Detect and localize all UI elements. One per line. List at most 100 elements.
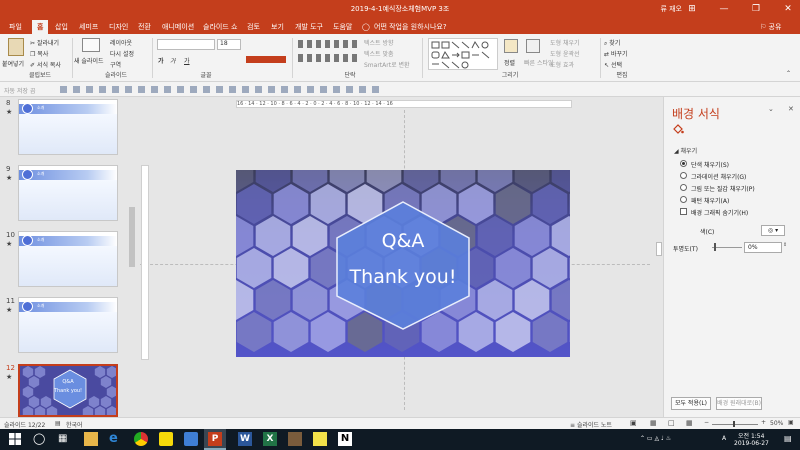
paste-button[interactable]: 붙여넣기 (2, 59, 24, 68)
paint-bucket-icon[interactable] (672, 123, 684, 135)
shape-outline-button[interactable]: 도형 윤곽선 (550, 49, 580, 58)
arrange-icon[interactable] (504, 39, 518, 53)
color-picker[interactable]: ◎ ▾ (761, 225, 785, 236)
italic-button[interactable]: 가 (170, 56, 176, 65)
word-icon[interactable]: W (238, 432, 252, 446)
editor-scrollbar[interactable] (655, 97, 663, 417)
chrome-icon[interactable] (134, 432, 148, 446)
font-name-input[interactable] (157, 39, 215, 50)
language-indicator[interactable]: 한국어 (66, 420, 83, 429)
cut-button[interactable]: ✂ 잘라내기 (30, 38, 59, 47)
ribbon-display-options-icon[interactable]: ⊞ (680, 0, 704, 18)
paste-icon[interactable] (8, 38, 24, 56)
slide-thumbnail[interactable]: 소개 (18, 231, 118, 287)
tab-home[interactable]: 홈 (32, 20, 49, 34)
task-view-icon[interactable]: ▦ (58, 432, 72, 446)
reset-button[interactable]: 다시 설정 (110, 49, 134, 58)
shapes-gallery[interactable] (428, 38, 498, 70)
notion-icon[interactable]: N (338, 432, 352, 446)
arrange-button[interactable]: 정렬 (504, 58, 515, 67)
user-name[interactable]: 류 재오 (660, 4, 682, 14)
current-slide[interactable]: Q&A Thank you! (236, 170, 570, 357)
hide-graphics-checkbox[interactable] (680, 208, 687, 215)
powerpoint-taskbar-button[interactable]: P (204, 429, 226, 450)
radio-gradient-fill[interactable] (680, 172, 687, 179)
select-button[interactable]: ↖ 선택 (604, 60, 622, 69)
zoom-slider-handle[interactable] (733, 421, 735, 427)
apply-to-all-button[interactable]: 모두 적용(L) (671, 397, 711, 410)
tab-file[interactable]: 파일 (4, 20, 27, 34)
app-icon[interactable] (288, 432, 302, 446)
collapse-ribbon-icon[interactable]: ⌃ (786, 70, 791, 77)
transparency-input[interactable]: 0% (744, 242, 782, 253)
reset-background-button[interactable]: 배경 원래대로(B) (716, 397, 762, 410)
notification-icon[interactable]: ▤ (784, 434, 792, 443)
quick-styles-icon[interactable] (526, 39, 540, 53)
bold-button[interactable]: 가 (158, 56, 164, 65)
minimize-button[interactable]: — (712, 0, 736, 18)
new-slide-icon[interactable] (82, 38, 100, 52)
radio-solid-fill[interactable] (680, 160, 687, 167)
excel-icon[interactable]: X (263, 432, 277, 446)
slide-title[interactable]: Q&A (236, 230, 570, 252)
find-button[interactable]: ⌕ 찾기 (604, 38, 620, 48)
reading-view-icon[interactable]: □ (668, 419, 675, 427)
tab-review[interactable]: 검토 (242, 20, 265, 34)
notes-button[interactable]: ≡ 슬라이드 노트 (570, 420, 612, 429)
radio-pattern-fill[interactable] (680, 196, 687, 203)
slide-thumbnail[interactable]: 소개 (18, 99, 118, 155)
tab-help[interactable]: 도움말 (328, 20, 357, 34)
slide-thumbnail[interactable]: 소개 (18, 297, 118, 353)
scrollbar-thumb[interactable] (129, 207, 135, 267)
copy-button[interactable]: ❐ 복사 (30, 49, 48, 58)
scrollbar-thumb[interactable] (656, 242, 662, 256)
tab-insert[interactable]: 삽입 (50, 20, 73, 34)
pane-options-icon[interactable]: ⌄ (768, 105, 774, 113)
autosave-toggle[interactable]: 끔 (30, 86, 36, 95)
thumbnails-scrollbar[interactable] (128, 97, 136, 417)
close-pane-button[interactable]: ✕ (788, 105, 794, 113)
zoom-out-button[interactable]: − (704, 419, 709, 426)
close-window-button[interactable]: ✕ (776, 0, 800, 18)
font-size-input[interactable]: 18 (217, 39, 241, 50)
tray-icons[interactable]: ⌃ ▭ ◬ ♩ ♨ (640, 435, 671, 442)
tell-me-search[interactable]: 어떤 작업을 원하시나요? (374, 20, 447, 34)
slideshow-view-icon[interactable]: ▦ (686, 419, 693, 427)
spellcheck-icon[interactable]: ▤ (55, 420, 61, 427)
clock-date[interactable]: 2019-06-27 (734, 440, 769, 447)
search-icon[interactable]: ◯ (33, 432, 47, 446)
share-button[interactable]: ⚐ 공유 (760, 20, 781, 34)
tab-design[interactable]: 디자인 (104, 20, 133, 34)
tab-view[interactable]: 보기 (266, 20, 289, 34)
layout-button[interactable]: 레이아웃 (110, 38, 132, 47)
align-buttons[interactable] (298, 54, 358, 62)
zoom-level[interactable]: 50% (770, 420, 783, 427)
sorter-view-icon[interactable]: ▦ (650, 419, 657, 427)
tab-slideshow[interactable]: 슬라이드 쇼 (198, 20, 242, 34)
replace-button[interactable]: ⇄ 바꾸기 (604, 49, 628, 58)
zoom-in-button[interactable]: + (761, 419, 766, 426)
shape-effects-button[interactable]: 도형 효과 (550, 60, 574, 69)
fit-slide-icon[interactable]: ▣ (788, 419, 794, 426)
windows-start-icon[interactable] (8, 432, 22, 446)
restore-button[interactable]: ❐ (744, 0, 768, 18)
spinner-icon[interactable]: ⇕ (783, 242, 787, 248)
tab-transitions[interactable]: 전환 (133, 20, 156, 34)
radio-picture-fill[interactable] (680, 184, 687, 191)
tab-animations[interactable]: 애니메이션 (157, 20, 199, 34)
font-color-swatch[interactable] (246, 56, 286, 63)
slider-handle[interactable] (714, 243, 716, 251)
sticky-notes-icon[interactable] (313, 432, 327, 446)
slide-subtitle[interactable]: Thank you! (236, 266, 570, 288)
quick-access-icons[interactable] (60, 86, 380, 93)
section-button[interactable]: 구역 (110, 60, 121, 69)
app-icon[interactable] (184, 432, 198, 446)
ime-indicator[interactable]: A (722, 435, 726, 442)
underline-button[interactable]: 가 (184, 56, 190, 65)
format-painter-button[interactable]: ✐ 서식 복사 (30, 60, 61, 69)
normal-view-icon[interactable]: ▣ (630, 419, 637, 427)
text-direction-button[interactable]: 텍스트 방향 (364, 38, 394, 47)
transparency-slider[interactable] (712, 247, 742, 248)
clock-time[interactable]: 오전 1:54 (738, 431, 764, 440)
align-text-button[interactable]: 텍스트 맞춤 (364, 49, 394, 58)
